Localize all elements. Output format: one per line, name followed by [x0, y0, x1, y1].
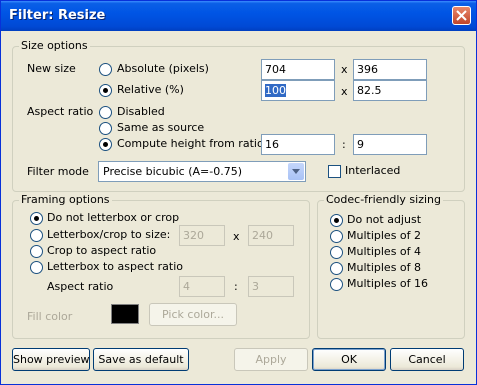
codec-option-label[interactable]: Do not adjust [347, 213, 421, 226]
fill-color-swatch [111, 304, 139, 324]
letterbox-crop-size-label[interactable]: Letterbox/crop to size: [47, 228, 170, 241]
apply-button[interactable]: Apply [234, 348, 308, 371]
compute-ratio-label[interactable]: Compute height from ratio: [117, 137, 267, 150]
codec-option-label[interactable]: Multiples of 16 [347, 277, 428, 290]
close-icon [456, 10, 467, 21]
codec-sizing-legend: Codec-friendly sizing [324, 193, 443, 206]
aspect-ratio-label: Aspect ratio [27, 105, 94, 118]
absolute-height-value: 396 [357, 63, 378, 76]
cancel-button[interactable]: Cancel [390, 348, 464, 371]
no-letterbox-radio[interactable] [30, 212, 43, 225]
pick-color-button[interactable]: Pick color... [149, 303, 237, 326]
chevron-down-icon [292, 169, 300, 174]
codec-option-radio[interactable] [330, 214, 343, 227]
aspect-b-value: 3 [252, 280, 259, 293]
save-default-button[interactable]: Save as default [93, 348, 189, 371]
compute-ratio-radio[interactable] [99, 138, 112, 151]
relative-label[interactable]: Relative (%) [117, 83, 184, 96]
codec-option-radio[interactable] [330, 278, 343, 291]
frame-height-value: 240 [252, 229, 273, 242]
letterbox-crop-size-radio[interactable] [30, 229, 43, 242]
window-title: Filter: Resize [9, 8, 106, 23]
frame-times-sign: x [233, 230, 240, 243]
relative-radio[interactable] [99, 84, 112, 97]
crop-to-aspect-radio[interactable] [30, 245, 43, 258]
aspect-a-value: 4 [183, 280, 190, 293]
filter-mode-value: Precise bicubic (A=-0.75) [103, 165, 243, 178]
frame-height-input[interactable]: 240 [248, 225, 294, 246]
relative-width-value: 100 [265, 84, 286, 97]
relative-height-input[interactable]: 82.5 [353, 80, 427, 101]
ratio-colon: : [342, 138, 346, 151]
interlaced-checkbox[interactable] [328, 165, 341, 178]
absolute-height-input[interactable]: 396 [353, 59, 427, 80]
absolute-width-value: 704 [265, 63, 286, 76]
times-sign: x [341, 85, 348, 98]
size-options-legend: Size options [19, 39, 90, 52]
fill-color-label: Fill color [27, 310, 73, 323]
absolute-radio[interactable] [99, 63, 112, 76]
no-letterbox-label[interactable]: Do not letterbox or crop [47, 211, 179, 224]
frame-width-value: 320 [183, 229, 204, 242]
aspect-colon: : [234, 280, 238, 293]
letterbox-to-aspect-label[interactable]: Letterbox to aspect ratio [47, 260, 183, 273]
title-bar[interactable]: Filter: Resize [1, 1, 476, 31]
codec-option-label[interactable]: Multiples of 4 [347, 245, 421, 258]
letterbox-to-aspect-radio[interactable] [30, 261, 43, 274]
aspect-disabled-radio[interactable] [99, 106, 112, 119]
framing-aspect-label: Aspect ratio [47, 280, 114, 293]
codec-option-radio[interactable] [330, 246, 343, 259]
crop-to-aspect-label[interactable]: Crop to aspect ratio [47, 244, 156, 257]
relative-width-input[interactable]: 100 [261, 80, 335, 101]
times-sign: x [341, 63, 348, 76]
aspect-disabled-label[interactable]: Disabled [117, 105, 165, 118]
resize-dialog: Filter: Resize Size options New size Abs… [0, 0, 477, 385]
same-as-source-label[interactable]: Same as source [117, 121, 204, 134]
framing-options-legend: Framing options [19, 193, 112, 206]
same-as-source-radio[interactable] [99, 122, 112, 135]
close-button[interactable] [452, 6, 471, 25]
aspect-b-input[interactable]: 3 [248, 276, 294, 297]
codec-option-radio[interactable] [330, 230, 343, 243]
absolute-label[interactable]: Absolute (pixels) [117, 62, 209, 75]
ratio-a-input[interactable]: 16 [261, 134, 335, 155]
show-preview-button[interactable]: Show preview [12, 348, 90, 371]
filter-mode-select[interactable]: Precise bicubic (A=-0.75) [98, 161, 306, 182]
codec-option-radio[interactable] [330, 262, 343, 275]
interlaced-label[interactable]: Interlaced [345, 164, 400, 177]
relative-height-value: 82.5 [357, 84, 382, 97]
ratio-b-value: 9 [357, 138, 364, 151]
ratio-b-input[interactable]: 9 [353, 134, 427, 155]
codec-option-label[interactable]: Multiples of 2 [347, 229, 421, 242]
aspect-a-input[interactable]: 4 [179, 276, 225, 297]
filter-mode-label: Filter mode [27, 165, 89, 178]
new-size-label: New size [27, 62, 76, 75]
absolute-width-input[interactable]: 704 [261, 59, 335, 80]
ratio-a-value: 16 [265, 138, 279, 151]
dropdown-button[interactable] [288, 163, 304, 180]
ok-button[interactable]: OK [312, 348, 386, 371]
frame-width-input[interactable]: 320 [179, 225, 225, 246]
codec-option-label[interactable]: Multiples of 8 [347, 261, 421, 274]
